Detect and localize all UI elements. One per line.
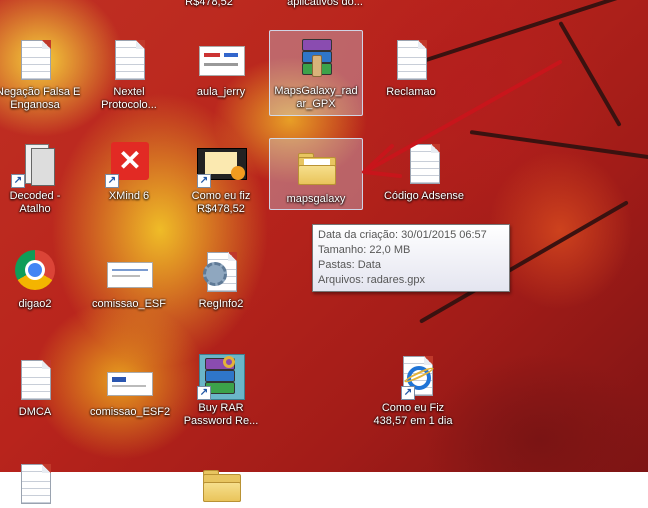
tooltip-files: Arquivos: radares.gpx [318,274,425,286]
folder-info-tooltip: Data da criação: 30/01/2015 06:57 Tamanh… [312,224,510,292]
tooltip-created: Data da criação: 30/01/2015 06:57 [318,229,487,241]
tooltip-folders: Pastas: Data [318,259,381,271]
arrow-shaft [366,60,562,172]
tooltip-size: Tamanho: 22,0 MB [318,244,411,256]
